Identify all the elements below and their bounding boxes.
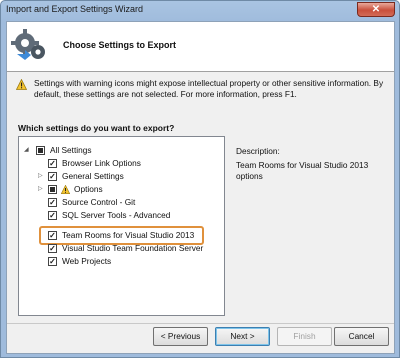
description-text: Team Rooms for Visual Studio 2013 option… — [236, 160, 369, 181]
sql-server-tools-checkbox[interactable]: ✓ — [48, 211, 57, 220]
tree-item-label: All Settings — [50, 145, 92, 155]
options-checkbox[interactable] — [48, 185, 57, 194]
warning-icon — [61, 185, 70, 194]
collapse-expander-icon[interactable]: ◢ — [24, 145, 31, 156]
web-projects-checkbox[interactable]: ✓ — [48, 257, 57, 266]
tree-item-source-control-git[interactable]: ✓ Source Control - Git — [19, 197, 219, 208]
tree-item-label: Visual Studio Team Foundation Server — [62, 243, 204, 253]
warning-icon — [16, 79, 27, 90]
settings-tree[interactable]: ◢ All Settings ✓ Browser Link Options ▷ … — [18, 136, 225, 316]
tfs-checkbox[interactable]: ✓ — [48, 244, 57, 253]
tree-item-label: SQL Server Tools - Advanced — [62, 210, 171, 220]
page-title: Choose Settings to Export — [63, 40, 177, 50]
description-label: Description: — [236, 146, 280, 156]
footer-divider — [7, 323, 394, 324]
previous-button[interactable]: < Previous — [153, 327, 208, 346]
expand-expander-icon[interactable]: ▷ — [38, 184, 45, 195]
browser-link-checkbox[interactable]: ✓ — [48, 159, 57, 168]
close-button[interactable]: ✕ — [357, 2, 395, 17]
next-button[interactable]: Next > — [215, 327, 270, 346]
import-export-gears-icon — [11, 29, 45, 60]
title-bar[interactable]: Import and Export Settings Wizard ✕ — [1, 1, 399, 19]
finish-button[interactable]: Finish — [277, 327, 332, 346]
tree-item-general-settings[interactable]: ▷ ✓ General Settings — [19, 171, 219, 182]
wizard-header: Choose Settings to Export — [7, 22, 394, 72]
tree-item-all-settings[interactable]: ◢ All Settings — [19, 145, 219, 156]
cancel-button[interactable]: Cancel — [334, 327, 389, 346]
tree-item-label: Browser Link Options — [62, 158, 141, 168]
settings-question-label: Which settings do you want to export? — [18, 123, 175, 133]
tree-item-label: Options — [74, 184, 103, 194]
source-control-checkbox[interactable]: ✓ — [48, 198, 57, 207]
warning-message: Settings with warning icons might expose… — [34, 78, 384, 99]
tree-item-web-projects[interactable]: ✓ Web Projects — [19, 256, 219, 267]
window-title: Import and Export Settings Wizard — [6, 4, 144, 14]
tree-item-sql-server-tools[interactable]: ✓ SQL Server Tools - Advanced — [19, 210, 219, 221]
tree-item-tfs[interactable]: ✓ Visual Studio Team Foundation Server — [19, 243, 219, 254]
tree-item-browser-link-options[interactable]: ✓ Browser Link Options — [19, 158, 219, 169]
tree-item-label: General Settings — [62, 171, 124, 181]
tree-item-label: Source Control - Git — [62, 197, 136, 207]
general-settings-checkbox[interactable]: ✓ — [48, 172, 57, 181]
expand-expander-icon[interactable]: ▷ — [38, 171, 45, 182]
tree-item-label: Web Projects — [62, 256, 112, 266]
wizard-client-area: Choose Settings to Export Settings with … — [6, 21, 395, 354]
all-settings-checkbox[interactable] — [36, 146, 45, 155]
tree-item-options[interactable]: ▷ Options — [19, 184, 219, 195]
wizard-window: Import and Export Settings Wizard ✕ Choo… — [0, 0, 400, 358]
